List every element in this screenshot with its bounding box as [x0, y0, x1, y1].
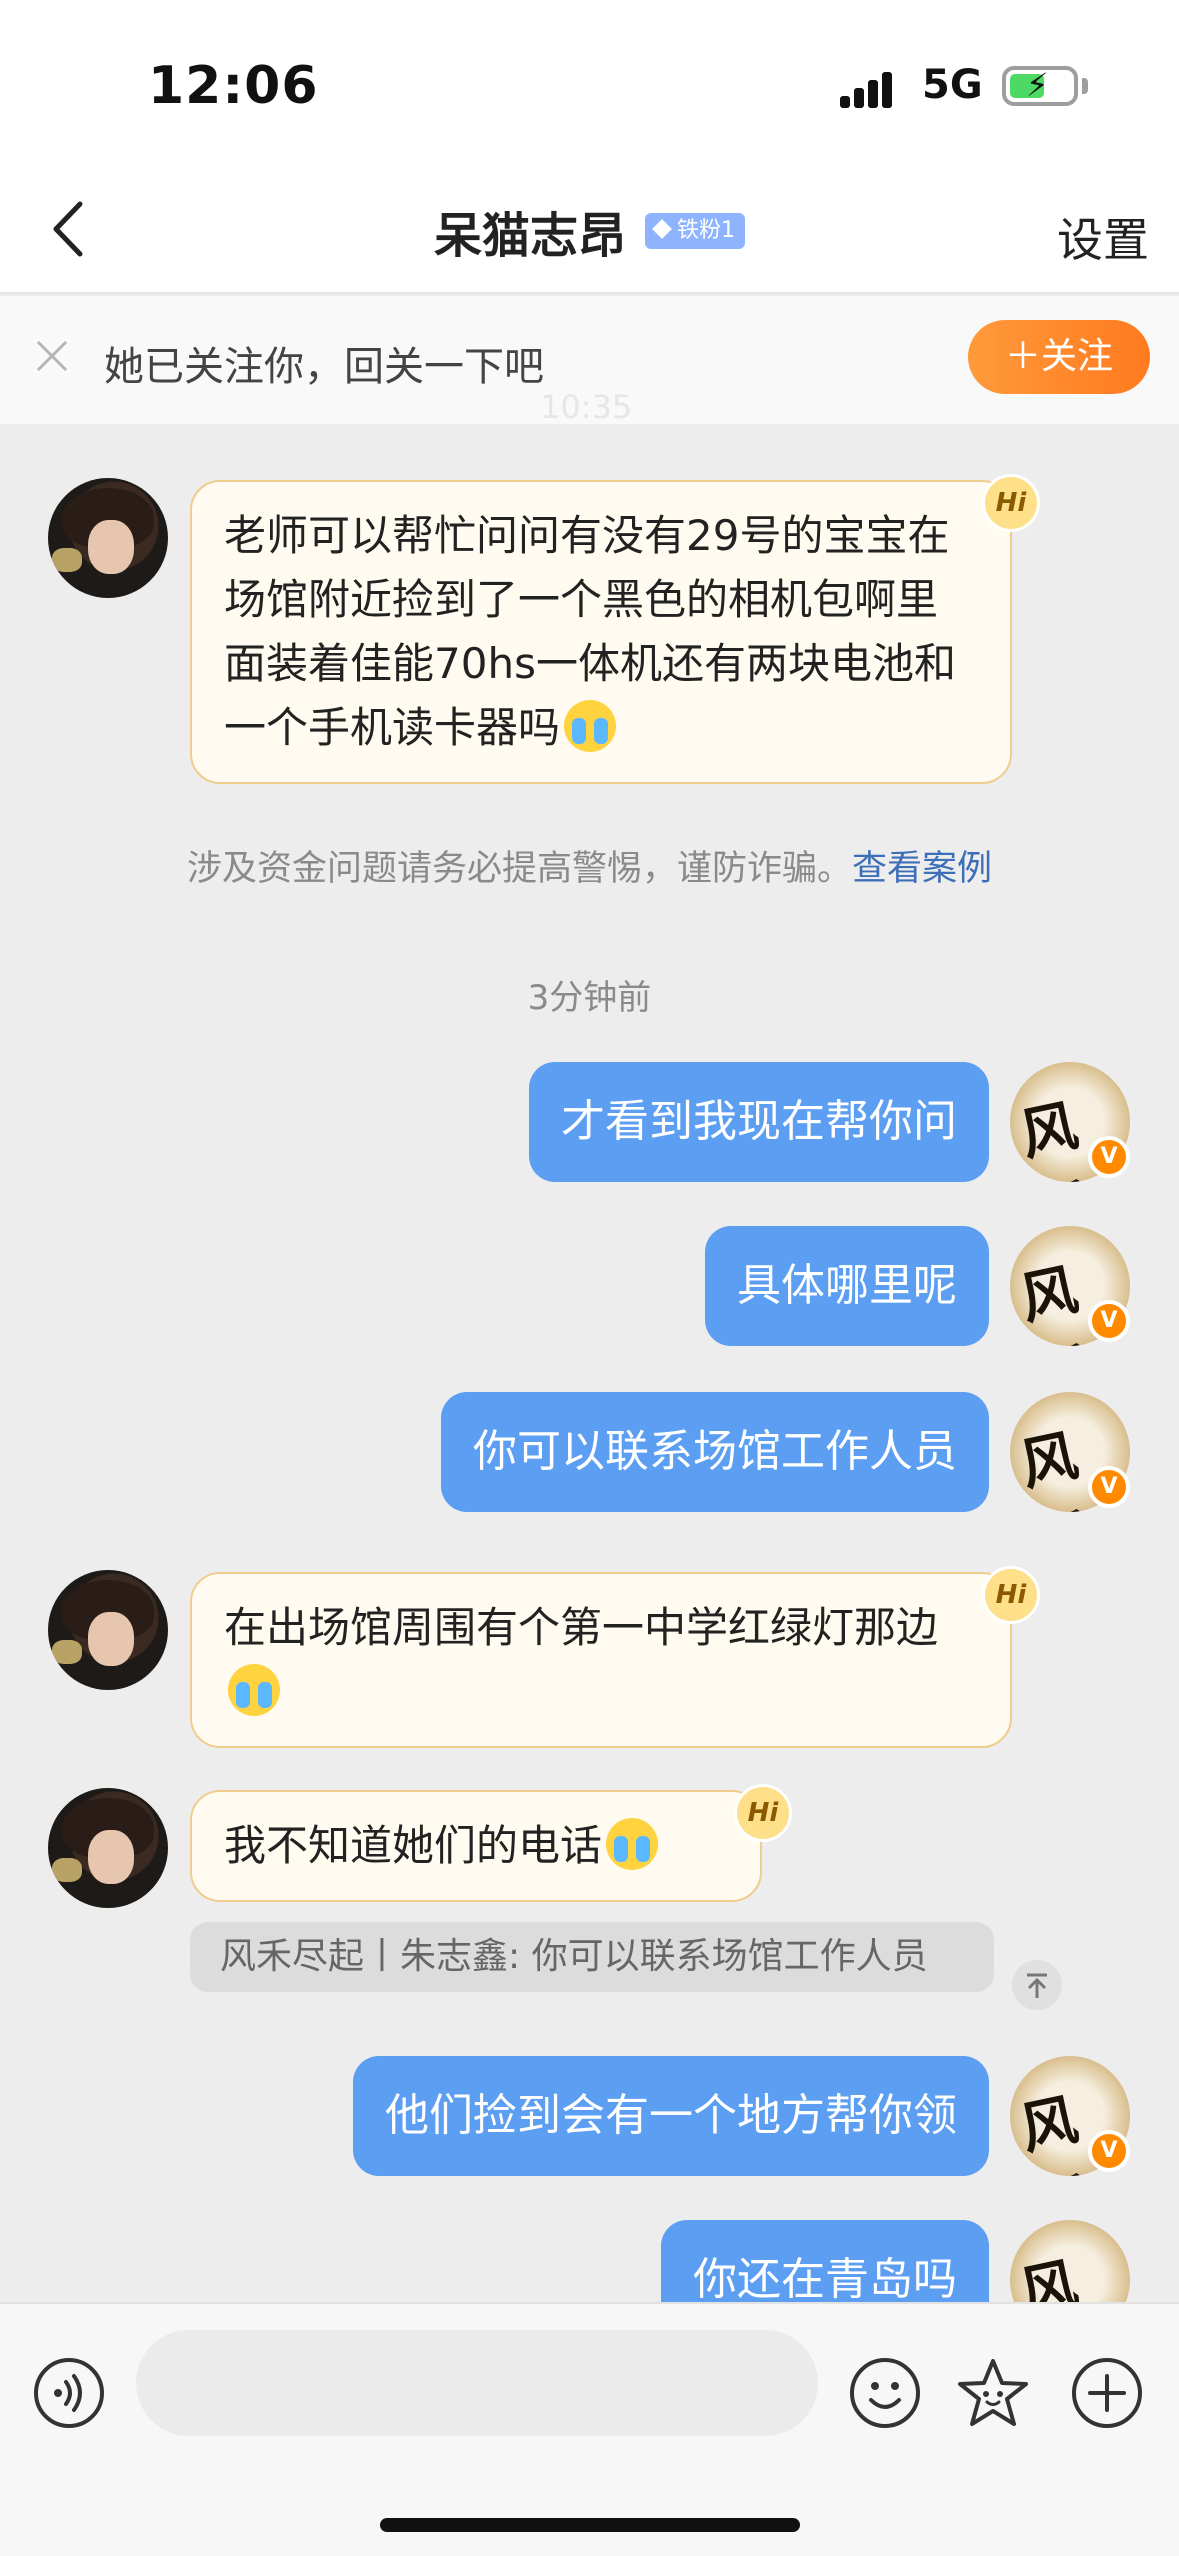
- avatar[interactable]: [48, 1570, 168, 1690]
- received-message-bubble[interactable]: 在出场馆周围有个第一中学红绿灯那边: [190, 1572, 1012, 1748]
- battery-icon: ⚡: [1002, 66, 1078, 106]
- title-wrap: 呆猫志昂 铁粉1: [0, 196, 1179, 266]
- chat-title[interactable]: 呆猫志昂: [434, 196, 626, 266]
- avatar[interactable]: [48, 478, 168, 598]
- sent-message-bubble[interactable]: 才看到我现在帮你问: [529, 1062, 989, 1182]
- network-type: 5G: [922, 62, 983, 108]
- close-icon[interactable]: [32, 336, 72, 376]
- voice-icon[interactable]: [32, 2356, 106, 2430]
- sent-message-bubble[interactable]: 具体哪里呢: [705, 1226, 989, 1346]
- verified-badge-icon: V: [1088, 1300, 1130, 1342]
- fan-badge-label: 铁粉1: [677, 218, 736, 243]
- crying-face-icon: [228, 1664, 280, 1716]
- received-message-bubble[interactable]: 老师可以帮忙问问有没有29号的宝宝在场馆附近捡到了一个黑色的相机包啊里面装着佳能…: [190, 480, 1012, 784]
- timestamp: 3分钟前: [527, 978, 652, 1018]
- home-indicator[interactable]: [380, 2518, 800, 2532]
- hi-badge: Hi: [982, 474, 1040, 532]
- verified-badge-icon: V: [1088, 2130, 1130, 2172]
- smiley-icon[interactable]: [848, 2356, 922, 2430]
- status-bar: 12:06 5G ⚡: [0, 0, 1179, 170]
- signal-icon: [840, 68, 900, 108]
- verified-badge-icon: V: [1088, 1136, 1130, 1178]
- follow-button[interactable]: ＋关注: [968, 320, 1150, 394]
- follow-banner: 她已关注你，回关一下吧 10:35 ＋关注: [0, 296, 1179, 426]
- crying-face-icon: [606, 1818, 659, 1870]
- message-text: 在出场馆周围有个第一中学红绿灯那边: [224, 1603, 939, 1652]
- verified-badge-icon: V: [1088, 1466, 1130, 1508]
- received-message-bubble[interactable]: 我不知道她们的电话: [190, 1790, 762, 1902]
- fraud-warning: 涉及资金问题请务必提高警惕，谨防诈骗。查看案例: [0, 840, 1179, 891]
- fraud-warning-text: 涉及资金问题请务必提高警惕，谨防诈骗。: [186, 849, 852, 889]
- battery-cap: [1082, 78, 1088, 94]
- message-input[interactable]: [136, 2330, 818, 2436]
- hi-badge: Hi: [982, 1566, 1040, 1624]
- settings-button[interactable]: 设置: [1057, 204, 1149, 270]
- plus-circle-icon[interactable]: [1070, 2356, 1144, 2430]
- follow-banner-text: 她已关注你，回关一下吧: [104, 344, 544, 390]
- fan-badge: 铁粉1: [645, 213, 746, 249]
- quoted-message[interactable]: 风禾尽起丨朱志鑫: 你可以联系场馆工作人员: [190, 1922, 994, 1992]
- chat-header: 呆猫志昂 铁粉1 设置: [0, 170, 1179, 294]
- status-time: 12:06: [148, 56, 319, 116]
- crying-face-icon: [564, 700, 617, 752]
- star-face-icon[interactable]: [956, 2356, 1030, 2430]
- faded-timestamp: 10:35: [540, 388, 633, 426]
- hi-badge: Hi: [734, 1784, 792, 1842]
- message-text: 我不知道她们的电话: [224, 1821, 603, 1870]
- diamond-icon: [652, 219, 672, 239]
- avatar[interactable]: [48, 1788, 168, 1908]
- sent-message-bubble[interactable]: 你可以联系场馆工作人员: [441, 1392, 989, 1512]
- sent-message-bubble[interactable]: 他们捡到会有一个地方帮你领: [353, 2056, 989, 2176]
- view-cases-link[interactable]: 查看案例: [852, 849, 992, 889]
- arrow-up-icon[interactable]: [1012, 1960, 1062, 2010]
